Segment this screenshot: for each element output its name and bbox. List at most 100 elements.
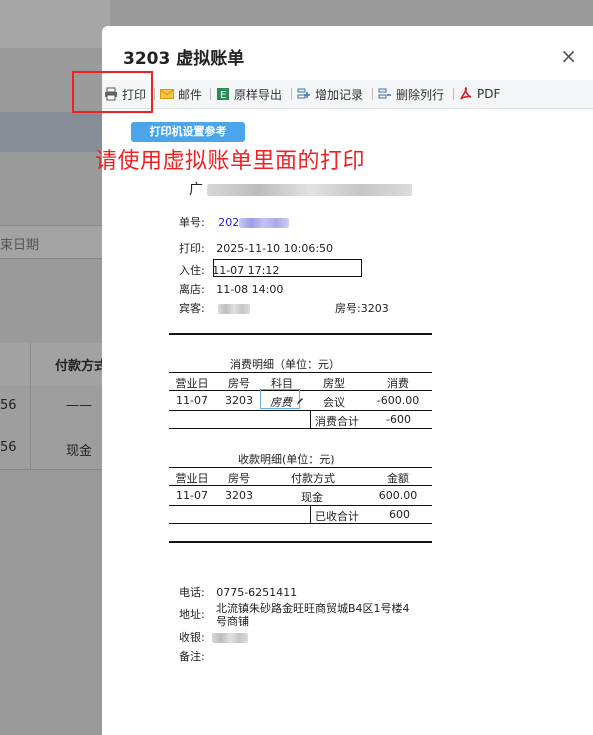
guest-name-redacted bbox=[218, 304, 251, 314]
company-name-redacted bbox=[207, 184, 413, 196]
separator bbox=[210, 88, 211, 100]
print-time-label: 打印: bbox=[179, 242, 205, 255]
guest-row: 宾客: bbox=[179, 300, 251, 316]
table-cell: —— bbox=[66, 398, 92, 413]
consume-cell: 会议 bbox=[323, 396, 345, 409]
export-button[interactable]: E 原样导出 bbox=[216, 85, 282, 103]
divider bbox=[169, 541, 432, 543]
printer-settings-button[interactable]: 打印机设置参考 bbox=[131, 122, 245, 142]
receive-header: 付款方式 bbox=[291, 472, 335, 485]
phone-value: 0775-6251411 bbox=[216, 586, 298, 599]
close-icon[interactable]: × bbox=[560, 46, 577, 66]
consume-cell: -600.00 bbox=[376, 394, 420, 407]
consume-header: 房号 bbox=[228, 377, 250, 390]
consume-header: 房型 bbox=[323, 377, 345, 390]
table-divider bbox=[30, 343, 31, 469]
address-label: 地址: bbox=[179, 608, 205, 621]
separator bbox=[372, 88, 373, 100]
checkin-label: 入住: bbox=[179, 264, 205, 277]
consume-cell: 3203 bbox=[225, 394, 253, 407]
remark-label: 备注: bbox=[179, 650, 205, 663]
consume-total-label: 消费合计 bbox=[315, 415, 359, 428]
divider bbox=[169, 523, 432, 524]
background-tab-bar bbox=[0, 112, 110, 152]
address-line-2: 号商铺 bbox=[216, 615, 249, 628]
add-record-label: 增加记录 bbox=[315, 87, 364, 102]
table-cell: 56 bbox=[0, 398, 17, 413]
pencil-icon bbox=[296, 398, 303, 405]
company-prefix: 广 bbox=[189, 182, 203, 198]
mail-label: 邮件 bbox=[178, 87, 203, 102]
divider bbox=[169, 333, 432, 335]
checkout-label: 离店: bbox=[179, 283, 205, 296]
print-time-row: 打印: 2025-11-10 10:06:50 bbox=[179, 240, 333, 256]
receive-header: 营业日 bbox=[175, 472, 209, 485]
checkin-value: 11-07 17:12 bbox=[212, 264, 280, 277]
separator bbox=[453, 88, 454, 100]
guest-label: 宾客: bbox=[179, 302, 205, 315]
consume-total-value: -600 bbox=[386, 413, 411, 426]
receive-total-value: 600 bbox=[389, 508, 410, 521]
consume-header: 营业日 bbox=[175, 377, 209, 390]
delete-column-button[interactable]: 删除列行 bbox=[378, 85, 444, 103]
phone-row: 电话: 0775-6251411 bbox=[179, 584, 297, 600]
payment-method-header: 付款方式 bbox=[55, 359, 108, 374]
separator bbox=[291, 88, 292, 100]
cashier-row: 收银: bbox=[179, 629, 249, 645]
room-number: 房号:3203 bbox=[335, 302, 389, 315]
receive-cell: 600.00 bbox=[378, 489, 418, 502]
consume-header: 消费 bbox=[387, 377, 409, 390]
highlight-box bbox=[72, 71, 153, 113]
delete-column-label: 删除列行 bbox=[396, 87, 445, 102]
divider bbox=[169, 410, 432, 411]
print-time-value: 2025-11-10 10:06:50 bbox=[216, 242, 334, 255]
add-row-icon bbox=[297, 88, 310, 99]
table-row[interactable]: 56 现金 bbox=[0, 427, 110, 470]
dialog-title: 3203 虚拟账单 bbox=[123, 49, 245, 69]
table-cell: 现金 bbox=[66, 444, 93, 459]
receive-title: 收款明细(单位：元) bbox=[238, 453, 335, 466]
consume-subject: 房费 bbox=[270, 396, 292, 409]
table-cell: 56 bbox=[0, 440, 17, 455]
annotation-text: 请使用虚拟账单里面的打印 bbox=[95, 149, 366, 174]
background-table-header: 付款方式 bbox=[0, 343, 110, 386]
receive-cell: 11-07 bbox=[176, 489, 208, 502]
checkout-value: 11-08 14:00 bbox=[216, 283, 284, 296]
bill-no-value: 202 bbox=[218, 216, 240, 229]
svg-text:E: E bbox=[220, 90, 226, 101]
checkout-row: 离店: 11-08 14:00 bbox=[179, 281, 283, 297]
separator bbox=[154, 88, 155, 100]
divider bbox=[169, 428, 432, 429]
mail-button[interactable]: 邮件 bbox=[160, 85, 202, 103]
bill-no-label: 单号: bbox=[179, 216, 205, 229]
consume-cell: 房费 bbox=[270, 394, 304, 410]
divider bbox=[310, 505, 311, 523]
bill-no-row: 单号: 202 bbox=[179, 214, 290, 230]
divider bbox=[169, 467, 432, 468]
add-record-button[interactable]: 增加记录 bbox=[297, 85, 363, 103]
pdf-label: PDF bbox=[477, 87, 501, 101]
envelope-icon bbox=[160, 89, 174, 99]
pdf-button[interactable]: PDF bbox=[459, 85, 500, 103]
export-label: 原样导出 bbox=[234, 87, 283, 102]
consume-title: 消费明细（单位：元） bbox=[230, 358, 340, 371]
excel-icon: E bbox=[217, 88, 229, 101]
company-name: 广 bbox=[189, 179, 413, 199]
table-row[interactable]: 56 —— bbox=[0, 385, 110, 428]
consume-cell: 11-07 bbox=[176, 394, 208, 407]
receive-total-label: 已收合计 bbox=[315, 510, 359, 523]
checkin-row: 入住: 11-07 17:12 bbox=[179, 262, 279, 278]
receive-cell: 3203 bbox=[225, 489, 253, 502]
toolbar: 打印 邮件 E 原样导出 增加记录 删除列行 PDF bbox=[102, 80, 593, 109]
delete-row-icon bbox=[378, 88, 391, 99]
background-header bbox=[0, 0, 110, 48]
cashier-label: 收银: bbox=[179, 631, 205, 644]
divider bbox=[169, 485, 432, 486]
end-date-placeholder: 束日期 bbox=[0, 238, 40, 253]
pdf-icon bbox=[460, 87, 472, 100]
bill-no-redacted bbox=[239, 218, 290, 228]
end-date-field[interactable]: 束日期 bbox=[0, 225, 103, 259]
divider bbox=[310, 410, 311, 428]
receive-header: 房号 bbox=[228, 472, 250, 485]
cashier-redacted bbox=[212, 633, 249, 643]
